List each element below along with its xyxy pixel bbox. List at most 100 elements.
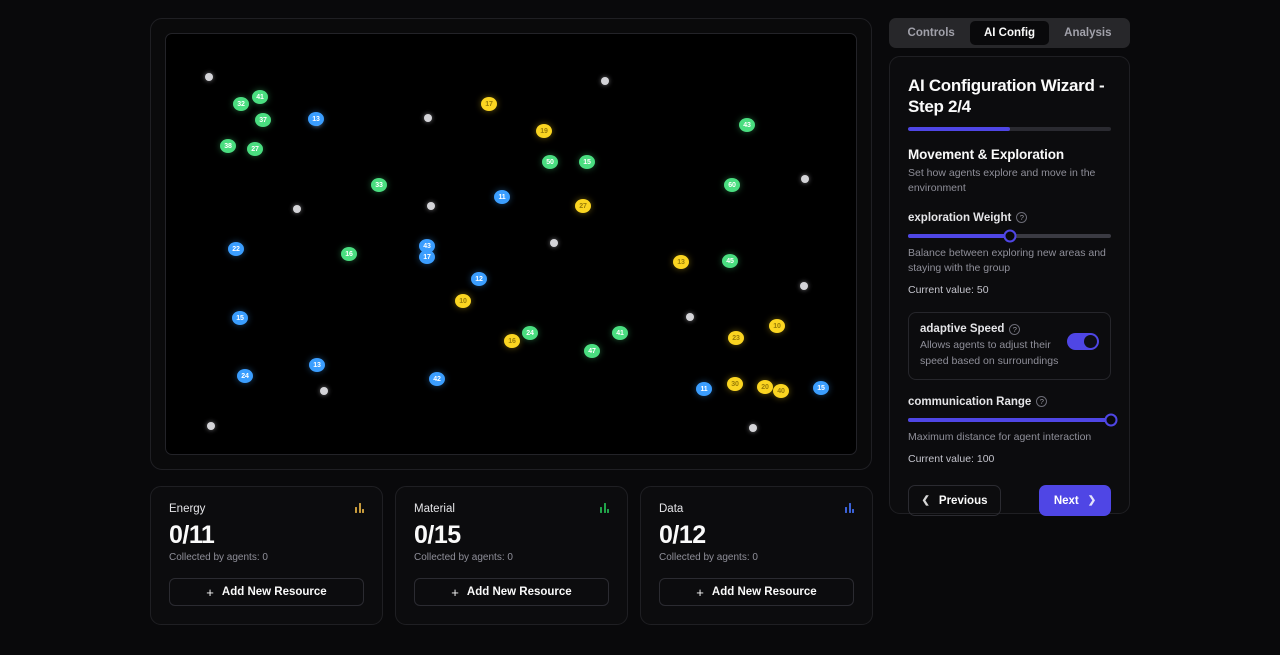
- tab-analysis[interactable]: Analysis: [1049, 21, 1127, 45]
- resource-count: 0/15: [414, 521, 461, 549]
- exploration-weight-help: Balance between exploring new areas and …: [908, 246, 1106, 275]
- adaptive-speed-toggle[interactable]: [1067, 333, 1099, 351]
- agent-dot[interactable]: 42: [429, 372, 445, 386]
- agent-dot[interactable]: 10: [769, 319, 785, 333]
- agent-dot[interactable]: 11: [696, 382, 712, 396]
- resource-dot[interactable]: [601, 77, 609, 85]
- agent-dot[interactable]: 47: [584, 344, 600, 358]
- resource-dot[interactable]: [424, 114, 432, 122]
- resource-card: Material 0/15 Collected by agents: 0 + Add N…: [395, 486, 628, 625]
- add-new-resource-label: Add New Resource: [221, 586, 327, 598]
- wizard-title: AI Configuration Wizard - Step 2/4: [908, 76, 1105, 117]
- add-new-resource-label: Add New Resource: [711, 586, 817, 598]
- next-button[interactable]: Next ❯: [1039, 485, 1111, 517]
- question-circle-icon[interactable]: ?: [1016, 212, 1028, 224]
- bar-chart-icon: [600, 503, 609, 513]
- resource-dot[interactable]: [801, 175, 809, 183]
- add-new-resource-button[interactable]: + Add New Resource: [659, 578, 854, 606]
- add-new-resource-button[interactable]: + Add New Resource: [414, 578, 609, 606]
- tab-controls[interactable]: Controls: [892, 21, 970, 45]
- agent-dot[interactable]: 19: [536, 124, 552, 138]
- tab-ai-config[interactable]: AI Config: [970, 21, 1049, 45]
- agent-dot[interactable]: 41: [612, 326, 628, 340]
- resource-dot[interactable]: [320, 387, 328, 395]
- agent-dot[interactable]: 24: [237, 369, 253, 383]
- resource-card-list: Energy 0/11 Collected by agents: 0 + Add New…: [150, 486, 873, 625]
- resource-dot[interactable]: [205, 73, 213, 81]
- agent-dot[interactable]: 60: [724, 178, 740, 192]
- resource-dot[interactable]: [686, 313, 694, 321]
- chevron-left-icon: ❮: [921, 495, 930, 507]
- simulation-card: 32 41 37 38 27 13 33 11 17 19 50 15 27 43 60 22 16 43 17 12…: [150, 18, 872, 470]
- agent-dot[interactable]: 12: [471, 272, 487, 286]
- agent-dot[interactable]: 16: [341, 247, 357, 261]
- agent-dot[interactable]: 17: [481, 97, 497, 111]
- resource-dot[interactable]: [427, 202, 435, 210]
- agent-dot[interactable]: 23: [728, 331, 744, 345]
- slider-fill: [908, 233, 1010, 238]
- communication-range-slider[interactable]: [908, 413, 1118, 427]
- agent-dot[interactable]: 30: [727, 377, 743, 391]
- resource-dot[interactable]: [293, 205, 301, 213]
- wizard-progress-fill: [908, 126, 1010, 131]
- agent-dot[interactable]: 15: [813, 381, 829, 395]
- agent-dot[interactable]: 15: [579, 155, 595, 169]
- resource-dot[interactable]: [800, 282, 808, 290]
- wizard-progress-track: [908, 126, 1111, 131]
- agent-dot[interactable]: 50: [542, 155, 558, 169]
- agent-dot[interactable]: 22: [228, 242, 244, 256]
- app-root: 32 41 37 38 27 13 33 11 17 19 50 15 27 43 60 22 16 43 17 12…: [0, 0, 1280, 655]
- exploration-weight-label: exploration Weight: [908, 211, 1012, 224]
- agent-dot[interactable]: 16: [504, 334, 520, 348]
- resource-collected: Collected by agents: 0: [169, 552, 268, 563]
- bar-chart-icon: [355, 503, 364, 513]
- resource-dot[interactable]: [207, 422, 215, 430]
- agent-dot[interactable]: 10: [455, 294, 471, 308]
- resource-name: Data: [659, 503, 684, 515]
- agent-dot[interactable]: 17: [419, 250, 435, 264]
- agent-dot[interactable]: 40: [773, 384, 789, 398]
- previous-button-label: Previous: [938, 494, 988, 507]
- resource-dot[interactable]: [749, 424, 757, 432]
- agent-dot[interactable]: 27: [575, 199, 591, 213]
- resource-dot[interactable]: [550, 239, 558, 247]
- agent-dot[interactable]: 37: [255, 113, 271, 127]
- agent-dot[interactable]: 38: [220, 139, 236, 153]
- agent-dot[interactable]: 15: [232, 311, 248, 325]
- agent-dot[interactable]: 45: [722, 254, 738, 268]
- agent-dot[interactable]: 13: [673, 255, 689, 269]
- add-new-resource-label: Add New Resource: [466, 586, 572, 598]
- agent-dot[interactable]: 11: [494, 190, 510, 204]
- adaptive-speed-label: adaptive Speed: [920, 323, 1005, 336]
- exploration-weight-field: exploration Weight ? Balance between exp…: [908, 212, 1111, 296]
- agent-dot[interactable]: 32: [233, 97, 249, 111]
- bar-chart-icon: [845, 503, 854, 513]
- resource-collected: Collected by agents: 0: [414, 552, 513, 563]
- slider-knob[interactable]: [1003, 229, 1016, 243]
- agent-dot[interactable]: 27: [247, 142, 263, 156]
- question-circle-icon[interactable]: ?: [1009, 323, 1021, 335]
- agent-dot[interactable]: 33: [371, 178, 387, 192]
- agent-dot[interactable]: 41: [252, 90, 268, 104]
- agent-dot[interactable]: 20: [757, 380, 773, 394]
- agent-dot[interactable]: 13: [309, 358, 325, 372]
- resource-card: Data 0/12 Collected by agents: 0 + Add New R…: [640, 486, 873, 625]
- question-circle-icon[interactable]: ?: [1036, 396, 1048, 408]
- toggle-knob: [1084, 335, 1097, 349]
- resource-card: Energy 0/11 Collected by agents: 0 + Add New…: [150, 486, 383, 625]
- resource-name: Energy: [169, 503, 206, 515]
- chevron-right-icon: ❯: [1087, 495, 1097, 507]
- adaptive-speed-description: Allows agents to adjust their speed base…: [920, 339, 1059, 367]
- previous-button[interactable]: ❮ Previous: [908, 485, 1001, 517]
- agent-dot[interactable]: 13: [308, 112, 324, 126]
- communication-range-label: communication Range: [908, 395, 1032, 408]
- communication-range-field: communication Range ? Maximum distance f…: [908, 395, 1118, 466]
- agent-dot[interactable]: 24: [522, 326, 538, 340]
- simulation-canvas[interactable]: 32 41 37 38 27 13 33 11 17 19 50 15 27 43 60 22 16 43 17 12…: [165, 33, 857, 455]
- add-new-resource-button[interactable]: + Add New Resource: [169, 578, 364, 606]
- agent-dot[interactable]: 43: [739, 118, 755, 132]
- communication-range-value: Current value: 100: [908, 453, 995, 466]
- slider-knob[interactable]: [1104, 413, 1118, 427]
- wizard-nav: ❮ Previous Next ❯: [908, 485, 1111, 517]
- exploration-weight-slider[interactable]: [908, 229, 1111, 243]
